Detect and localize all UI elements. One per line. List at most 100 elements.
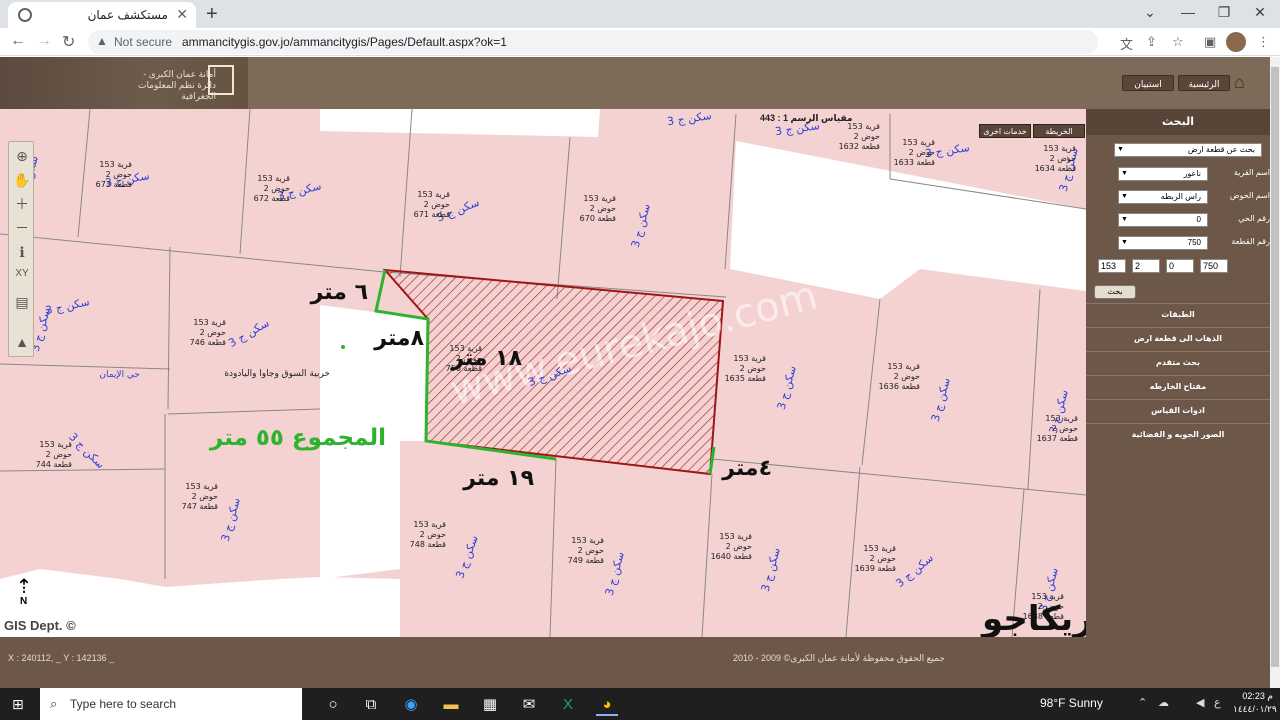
plot-select[interactable]: ▼ 750 [1118, 236, 1208, 250]
parcel-label: قرية 153 حوض 2 قطعة 671 [414, 190, 451, 219]
address-bar[interactable]: ▲ Not secure ammancitygis.gov.jo/ammanci… [88, 30, 1098, 54]
zoom-in-icon[interactable]: ＋ [12, 194, 32, 214]
basin-label: اسم الحوض [1229, 191, 1270, 200]
windows-start-icon[interactable]: ⊞ [12, 696, 24, 713]
menu-goto-plot[interactable]: الذهاب الى قطعة ارض [1086, 327, 1270, 349]
bookmark-star-icon[interactable]: ☆ [1172, 34, 1184, 50]
warning-icon[interactable]: ▲ [96, 34, 108, 48]
menu-advanced-search[interactable]: بحث متقدم [1086, 351, 1270, 373]
basin-select[interactable]: ▼ راس الربطه [1118, 190, 1208, 204]
zoom-out-icon[interactable]: － [12, 218, 32, 238]
edge-icon[interactable]: ◉ [400, 694, 422, 716]
home-icon[interactable]: ⌂ [1234, 72, 1245, 93]
village-select[interactable]: ▼ ناعور [1118, 167, 1208, 181]
tab-search-icon[interactable]: ⌄ [1140, 4, 1160, 21]
print-icon[interactable]: ▤ [12, 292, 32, 312]
profile-avatar[interactable] [1226, 32, 1246, 52]
scrollbar-thumb[interactable] [1271, 67, 1279, 667]
tray-chevron-icon[interactable]: ⌃ [1138, 696, 1147, 709]
map-toolbar: ⊕ ✋ ＋ － ℹ XY ▤ ▲ [8, 141, 34, 357]
collapse-icon[interactable]: ▲ [12, 332, 32, 352]
chrome-icon[interactable]: ◕ [596, 694, 618, 716]
logo-text: أمانة عمان الكبرى - دائرة نظم المعلومات … [137, 69, 216, 101]
zone-label: سكن ج 3 [453, 534, 481, 581]
cortana-icon[interactable]: ○ [322, 694, 344, 716]
network-icon[interactable]: ☁ [1158, 696, 1169, 709]
menu-layers[interactable]: الطبقات [1086, 303, 1270, 325]
north-label: N [20, 596, 28, 607]
search-icon: ⌕ [50, 696, 58, 711]
coord-plot[interactable]: 750 [1200, 259, 1228, 273]
translate-icon[interactable]: 文 [1120, 34, 1133, 53]
task-view-icon[interactable]: ⧉ [360, 694, 382, 716]
browser-tab[interactable]: مستكشف عمان ✕ [8, 2, 196, 28]
coord-basin[interactable]: 2 [1132, 259, 1160, 273]
parcel-label: قرية 153 حوض 2 قطعة 749 [568, 536, 605, 565]
close-tab-icon[interactable]: ✕ [176, 6, 188, 23]
tab-title: مستكشف عمان [87, 8, 168, 22]
forward-icon[interactable]: → [36, 32, 52, 50]
mail-icon[interactable]: ✉ [518, 694, 540, 716]
watermark-brand: يوريكاجو [982, 600, 1086, 637]
volume-icon[interactable]: ◀ [1196, 696, 1204, 709]
marker-dot [341, 345, 345, 349]
measure-mid: ١٨ متر [450, 346, 522, 371]
taskbar-search[interactable]: ⌕ Type here to search [40, 688, 302, 720]
measure-bottom: ١٩ متر [462, 466, 534, 491]
coord-district[interactable]: 0 [1166, 259, 1194, 273]
parcel-label: قرية 153 حوض 2 قطعة 673 [96, 160, 133, 189]
parcel-label: قرية 153 حوض 2 قطعة 1636 [879, 362, 921, 391]
close-window-button[interactable]: ✕ [1250, 4, 1270, 21]
page-scrollbar[interactable] [1270, 57, 1280, 688]
parcel-label: قرية 153 حوض 2 قطعة 1633 [894, 138, 936, 167]
store-icon[interactable]: ▦ [479, 694, 501, 716]
street-label: حي الإيمان [99, 370, 140, 380]
village-label: اسم القرية [1233, 168, 1270, 177]
file-explorer-icon[interactable]: ▬ [440, 694, 462, 716]
district-label: رقم الحي [1238, 214, 1270, 223]
search-type-select[interactable]: ▼ بحث عن قطعة ارض [1114, 143, 1262, 157]
clock-date: ١٤٤٤/٠١/٢٩ [1233, 704, 1277, 714]
search-button[interactable]: بحث [1094, 285, 1136, 299]
minimize-button[interactable]: — [1178, 4, 1198, 20]
menu-kebab-icon[interactable]: ⋮ [1257, 34, 1270, 50]
language-icon[interactable]: ع [1214, 696, 1221, 709]
other-services-button[interactable]: خدمات اخرى [979, 124, 1031, 138]
zone-label: سكن ج 3 [666, 109, 712, 128]
clock-time: 02:23 م [1242, 691, 1273, 701]
weather-widget[interactable]: 98°F Sunny [1040, 696, 1103, 710]
globe-icon[interactable]: ⊕ [12, 146, 32, 166]
parcel-label: قرية 153 حوض 2 قطعة 744 [36, 440, 73, 469]
excel-icon[interactable]: X [557, 694, 579, 716]
amman-logo-icon [208, 65, 234, 95]
chevron-down-icon: ▼ [1121, 193, 1128, 200]
url-text[interactable]: ammancitygis.gov.jo/ammancitygis/Pages/D… [182, 35, 507, 49]
survey-button[interactable]: استبيان [1122, 75, 1174, 91]
search-panel: البحث ▼ بحث عن قطعة ارض ▼ ناعور اسم القر… [1086, 109, 1270, 637]
share-icon[interactable]: ⇪ [1146, 34, 1157, 50]
security-label[interactable]: Not secure [114, 35, 172, 49]
zone-label: سكن ج 3 [66, 430, 107, 471]
back-icon[interactable]: ← [10, 32, 26, 50]
menu-aerial-imagery[interactable]: الصور الجويه و الفضائية [1086, 423, 1270, 445]
pan-hand-icon[interactable]: ✋ [12, 170, 32, 190]
menu-measure-tools[interactable]: ادوات القياس [1086, 399, 1270, 421]
home-button[interactable]: الرئيسية [1178, 75, 1230, 91]
reload-icon[interactable]: ↻ [62, 32, 75, 52]
zone-label: سكن ج 3 [629, 202, 653, 249]
header-banner: أمانة عمان الكبرى - دائرة نظم المعلومات … [0, 57, 248, 109]
info-icon[interactable]: ℹ [12, 242, 32, 262]
coordinates-readout: X : 240112, _ Y : 142136 _ [8, 653, 115, 663]
zone-label: سكن ج 3 [226, 316, 271, 350]
clock[interactable]: 02:23 م ١٤٤٤/٠١/٢٩ [1233, 690, 1277, 716]
coord-village[interactable]: 153 [1098, 259, 1126, 273]
menu-map-legend[interactable]: مفتاح الخارطه [1086, 375, 1270, 397]
sidepanel-icon[interactable]: ▣ [1204, 34, 1216, 50]
district-select[interactable]: ▼ 0 [1118, 213, 1208, 227]
parcel-label: قرية 153 حوض 2 قطعة 746 [190, 318, 227, 347]
map-button[interactable]: الخريطة [1033, 124, 1085, 138]
map-canvas[interactable]: www.eurekajo.com سكن ج 3 سكن ج 3 سكن ج 3 سك… [0, 109, 1086, 637]
maximize-button[interactable]: ❐ [1214, 4, 1234, 21]
new-tab-button[interactable]: + [206, 3, 218, 26]
xy-icon[interactable]: XY [12, 264, 32, 284]
